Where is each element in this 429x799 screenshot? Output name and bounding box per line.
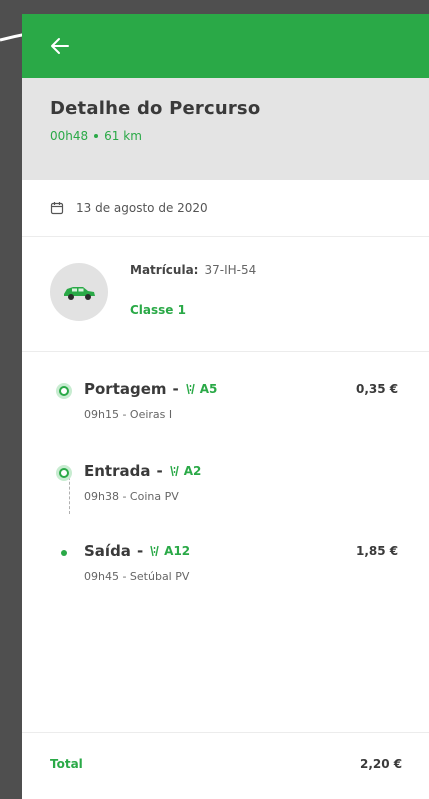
vehicle-plate: Matrícula: 37-IH-54 — [130, 263, 256, 277]
calendar-icon — [50, 201, 64, 215]
route-distance: 61 km — [104, 129, 142, 143]
road-badge: A5 — [185, 382, 218, 396]
vehicle-avatar — [50, 263, 108, 321]
total-bar: Total 2,20 € — [22, 732, 429, 799]
separator-dot — [94, 134, 99, 138]
stop-dash: - — [172, 380, 179, 398]
plate-value: 37-IH-54 — [204, 263, 257, 277]
road-name: A12 — [164, 544, 191, 558]
road-badge: A2 — [169, 464, 202, 478]
road-badge: A12 — [149, 544, 190, 558]
trip-date: 13 de agosto de 2020 — [76, 201, 208, 215]
phone-frame: Detalhe do Percurso 00h48 61 km 13 de ag… — [22, 14, 429, 799]
stop-title: Portagem - A5 — [84, 380, 217, 398]
route-duration: 00h48 — [50, 129, 89, 143]
toll-marker-icon — [56, 383, 72, 399]
highway-icon — [186, 383, 195, 395]
date-row: 13 de agosto de 2020 — [22, 180, 429, 237]
stop-time-place: 09h45 - Setúbal PV — [84, 570, 190, 583]
screen: Detalhe do Percurso 00h48 61 km 13 de ag… — [0, 0, 429, 799]
stop-title: Entrada - A2 — [84, 462, 201, 480]
exit-marker-icon — [61, 550, 67, 556]
stop-name: Saída — [84, 542, 131, 560]
stop-time-place: 09h38 - Coina PV — [84, 490, 179, 503]
total-value: 2,20 € — [360, 757, 403, 771]
arrow-left-icon — [51, 38, 69, 54]
route-header: Detalhe do Percurso 00h48 61 km — [22, 78, 429, 180]
highway-icon — [170, 465, 179, 477]
stop-price: 1,85 € — [356, 544, 399, 558]
toll-timeline: Portagem - A5 09h15 - Oeiras I 0,35 € En… — [22, 352, 429, 732]
road-name: A5 — [199, 382, 218, 396]
car-icon — [64, 287, 95, 300]
highway-icon — [150, 545, 159, 557]
vehicle-class: Classe 1 — [130, 303, 186, 317]
vehicle-card: Matrícula: 37-IH-54 Classe 1 — [22, 237, 429, 352]
total-label: Total — [50, 757, 83, 771]
stop-title: Saída - A12 — [84, 542, 190, 560]
stop-time-place: 09h15 - Oeiras I — [84, 408, 173, 421]
stop-name: Entrada — [84, 462, 151, 480]
app-bar — [22, 14, 429, 78]
plate-label: Matrícula: — [130, 263, 199, 277]
entry-marker-icon — [56, 465, 72, 481]
stop-price: 0,35 € — [356, 382, 399, 396]
stop-dash: - — [136, 542, 144, 560]
route-summary: 00h48 61 km — [50, 129, 429, 143]
stop-name: Portagem — [84, 380, 167, 398]
back-button[interactable] — [46, 32, 74, 60]
stop-dash: - — [156, 462, 163, 480]
road-name: A2 — [183, 464, 202, 478]
page-title: Detalhe do Percurso — [50, 98, 261, 119]
